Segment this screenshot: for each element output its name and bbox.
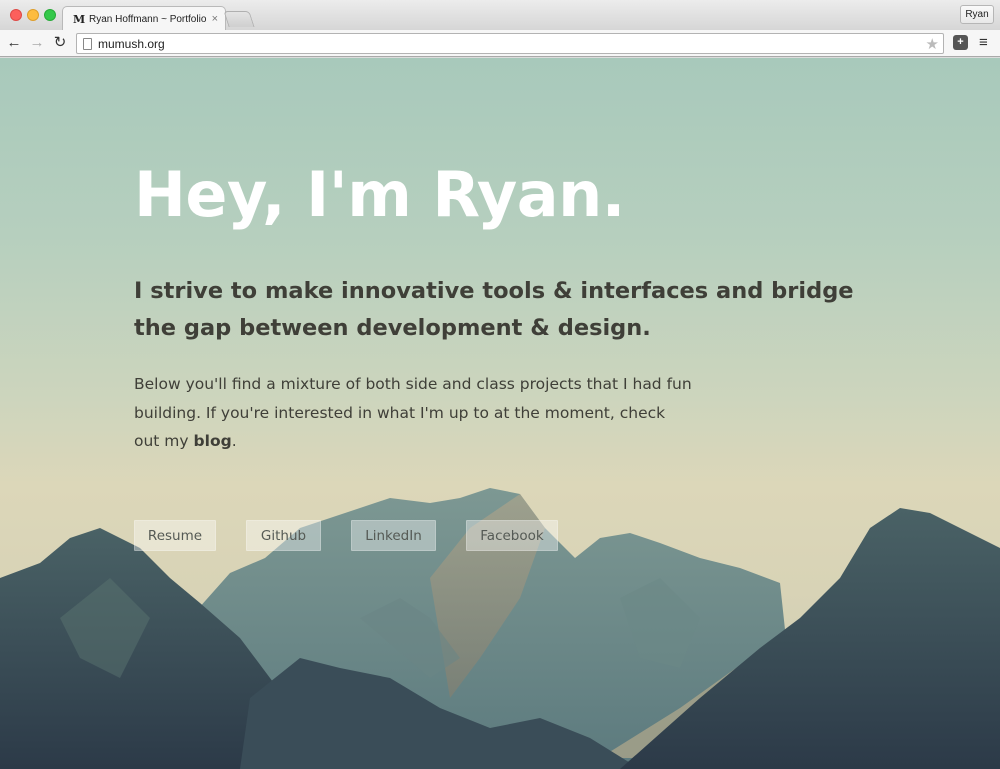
back-arrow-icon[interactable]: ← [5, 33, 23, 53]
browser-titlebar: M Ryan Hoffmann ~ Portfolio × Ryan [0, 0, 1000, 31]
url-text[interactable]: mumush.org [98, 37, 165, 51]
tab-close-icon[interactable]: × [212, 13, 218, 25]
minimize-window-button[interactable] [27, 9, 39, 21]
zoom-window-button[interactable] [44, 9, 56, 21]
extension-icon[interactable]: + [953, 35, 968, 50]
portfolio-page: Hey, I'm Ryan. I strive to make innovati… [0, 58, 1000, 769]
hero-body-period: . [231, 432, 237, 450]
github-button[interactable]: Github [246, 520, 321, 551]
hero-subtitle: I strive to make innovative tools & inte… [134, 278, 854, 341]
browser-tab[interactable]: M Ryan Hoffmann ~ Portfolio × [62, 6, 226, 31]
page-icon [83, 38, 92, 50]
linkedin-button[interactable]: LinkedIn [351, 520, 436, 551]
new-tab-button[interactable] [223, 11, 255, 27]
address-bar[interactable]: mumush.org ★ [76, 33, 944, 54]
hero-body: Below you'll find a mixture of both side… [134, 370, 694, 456]
resume-button[interactable]: Resume [134, 520, 216, 551]
facebook-button[interactable]: Facebook [466, 520, 558, 551]
close-window-button[interactable] [10, 9, 22, 21]
site-favicon-icon: M [73, 12, 86, 26]
bookmark-star-icon[interactable]: ★ [926, 35, 939, 53]
profile-button[interactable]: Ryan [960, 5, 994, 24]
reload-icon[interactable]: ↻ [51, 33, 69, 53]
menu-icon[interactable]: ≡ [979, 34, 988, 51]
tab-title: Ryan Hoffmann ~ Portfolio [89, 13, 207, 25]
blog-link[interactable]: blog [194, 432, 232, 450]
hero-title: Hey, I'm Ryan. [134, 158, 625, 231]
browser-toolbar: ← → ↻ mumush.org ★ [0, 30, 1000, 57]
forward-arrow-icon[interactable]: → [28, 33, 46, 53]
